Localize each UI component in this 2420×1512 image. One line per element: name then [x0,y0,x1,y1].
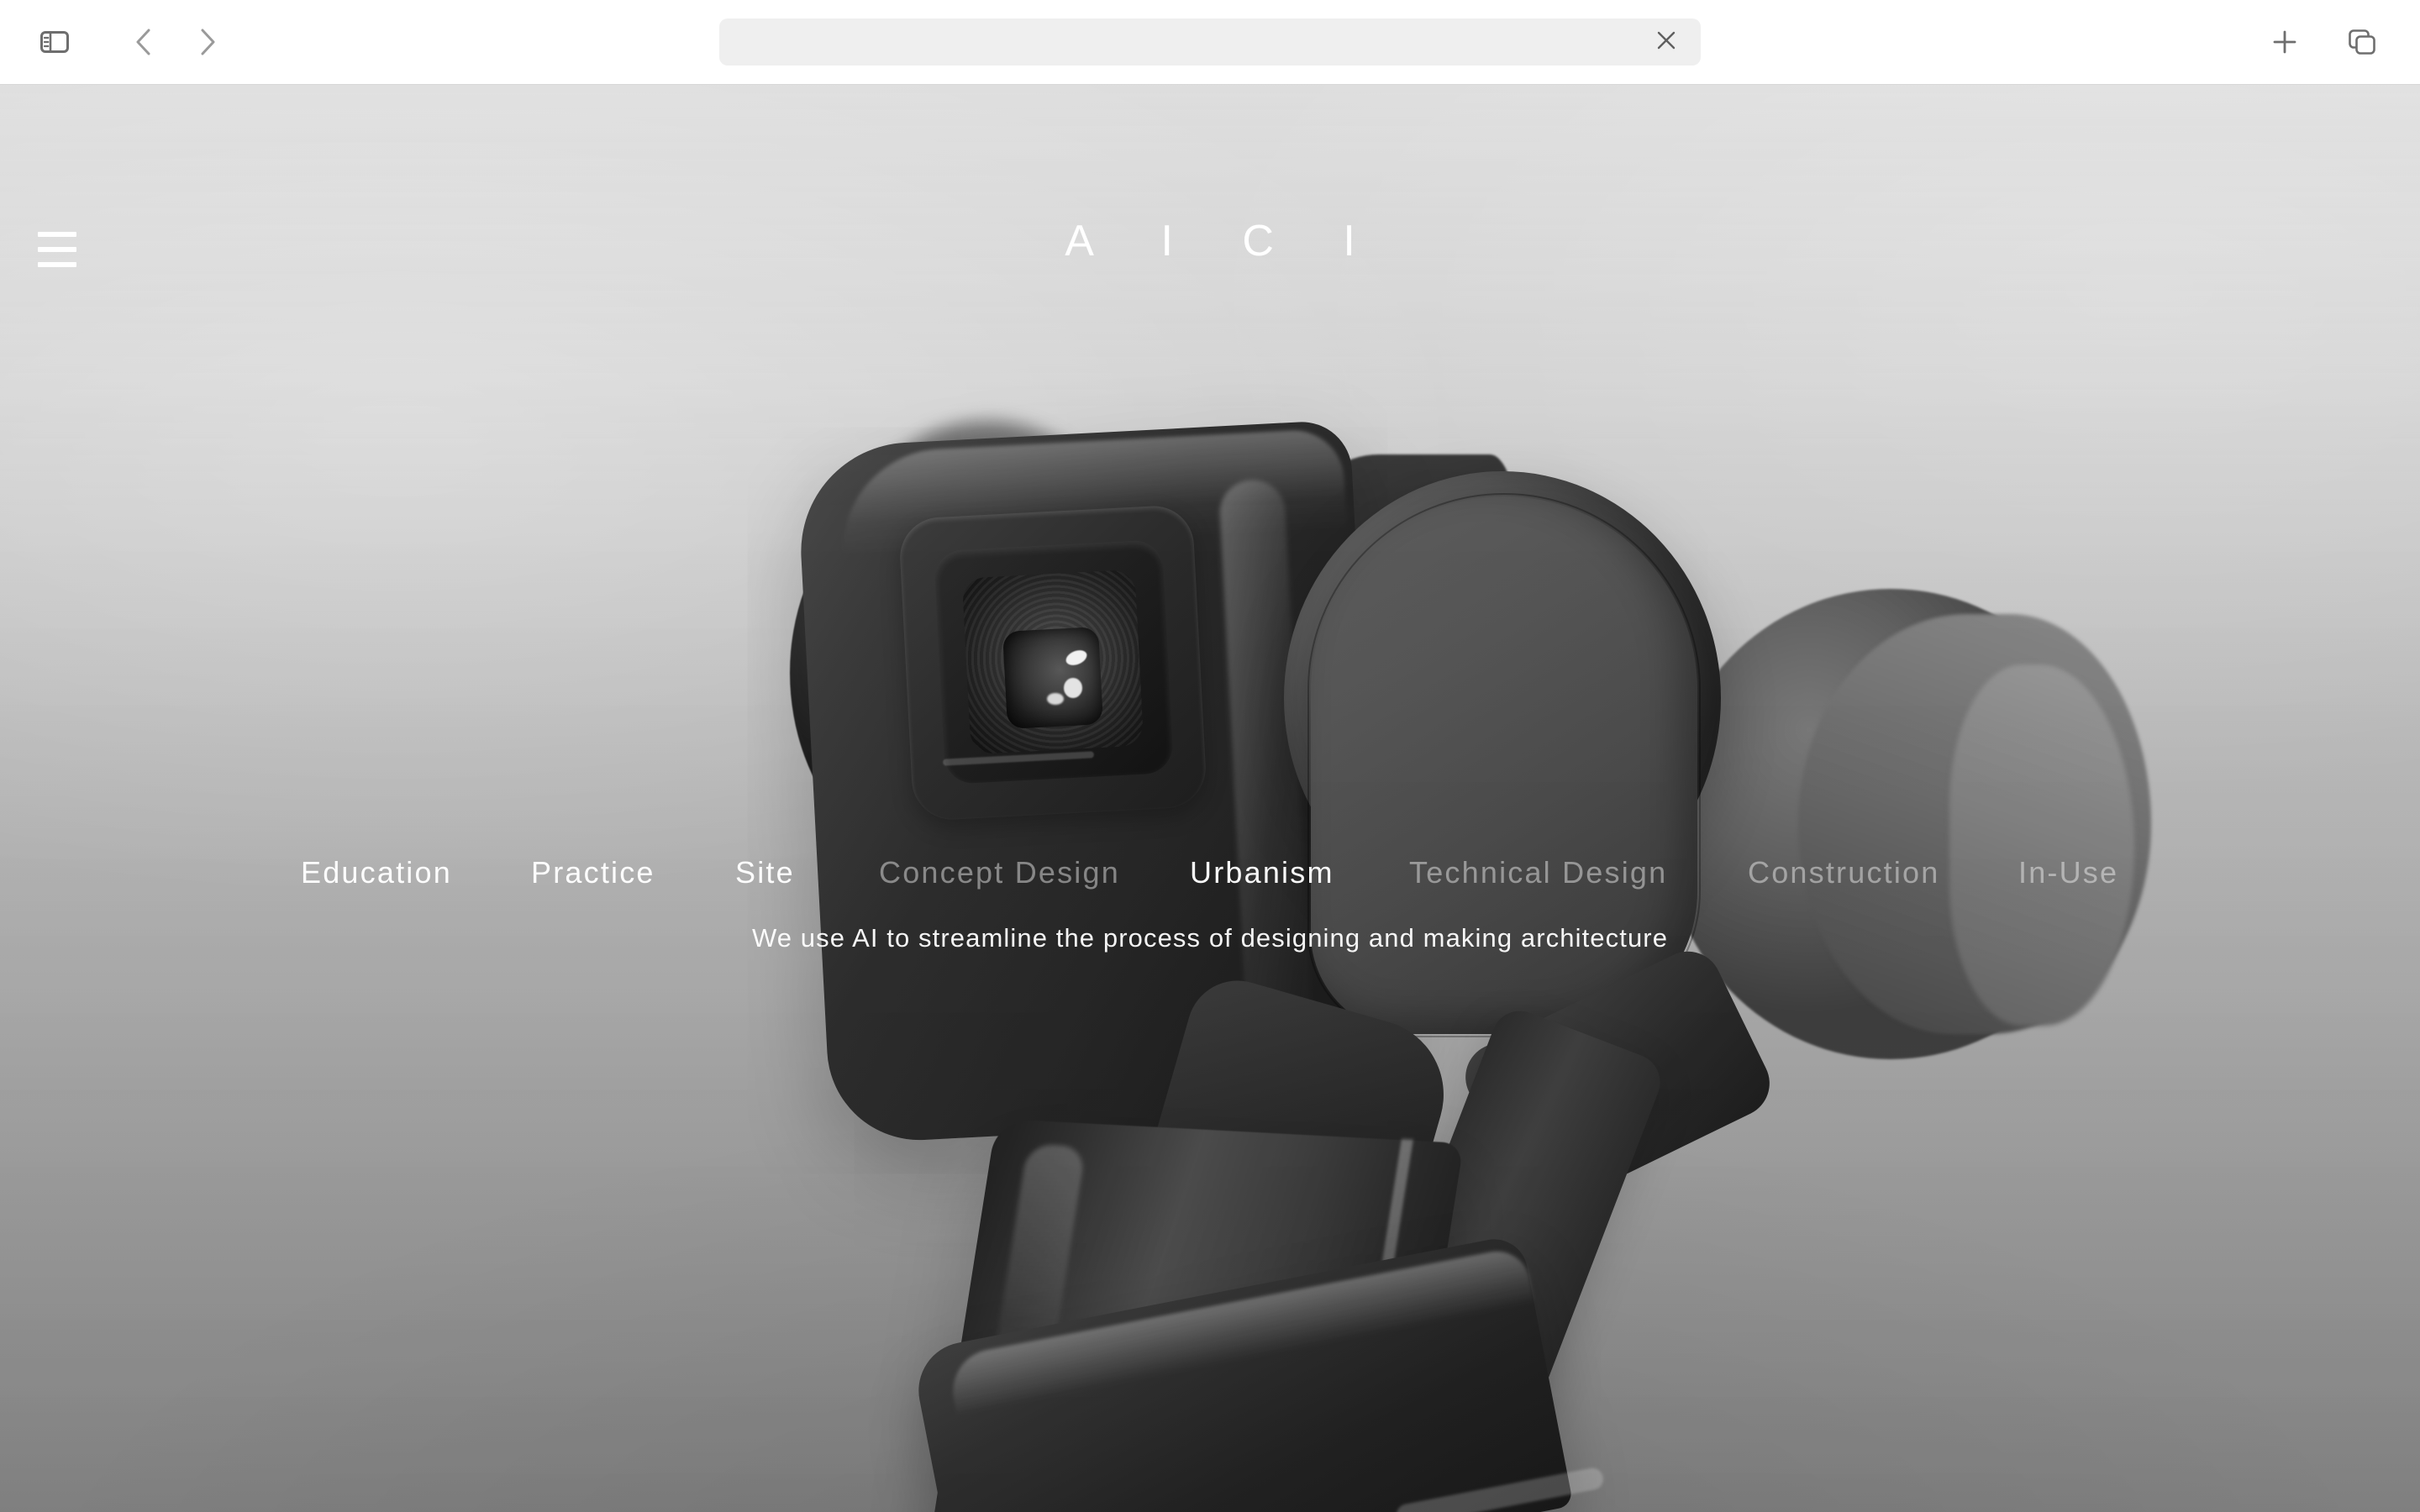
camera-lens-specular-2 [1064,678,1082,698]
hero-nav-item-urbanism[interactable]: Urbanism [1190,858,1334,888]
site-logo[interactable]: A I C I [0,219,2420,263]
hero-nav-item-site[interactable]: Site [735,858,795,888]
sidebar-toggle-button[interactable] [29,16,81,68]
address-bar[interactable] [719,18,1701,66]
close-icon [1655,29,1677,55]
hero-nav-item-in-use[interactable]: In-Use [2018,858,2118,888]
hero-nav-item-concept-design[interactable]: Concept Design [879,858,1120,888]
new-tab-button[interactable] [2259,16,2311,68]
camera-rear-ring-3 [1949,664,2134,1026]
camera-lens-specular-3 [1047,693,1064,705]
sidebar-icon [40,31,69,53]
tab-overview-button[interactable] [2336,16,2388,68]
hero-nav-item-construction[interactable]: Construction [1748,858,1940,888]
stop-loading-button[interactable] [1649,24,1684,60]
chevron-right-icon [198,28,217,56]
web-page-viewport: A I C I Education Practice Site Concept Des… [0,85,2420,1512]
tab-overview-icon [2348,29,2376,55]
plus-icon [2271,29,2298,55]
hero-nav-item-technical-design[interactable]: Technical Design [1409,858,1667,888]
camera-motor-rim [1307,493,1701,1037]
address-bar-container [719,18,1701,66]
hero-nav-item-education[interactable]: Education [301,858,452,888]
hero-background-photo [0,85,2420,1512]
forward-button[interactable] [182,16,234,68]
camera-lens-glass [1002,627,1103,729]
back-button[interactable] [118,16,170,68]
hero-nav-item-practice[interactable]: Practice [531,858,655,888]
chevron-left-icon [134,28,153,56]
toolbar-right-group [2259,16,2388,68]
hero-tagline: We use AI to streamline the process of d… [751,923,1669,953]
toolbar-left-group [0,16,234,68]
browser-toolbar [0,0,2420,85]
